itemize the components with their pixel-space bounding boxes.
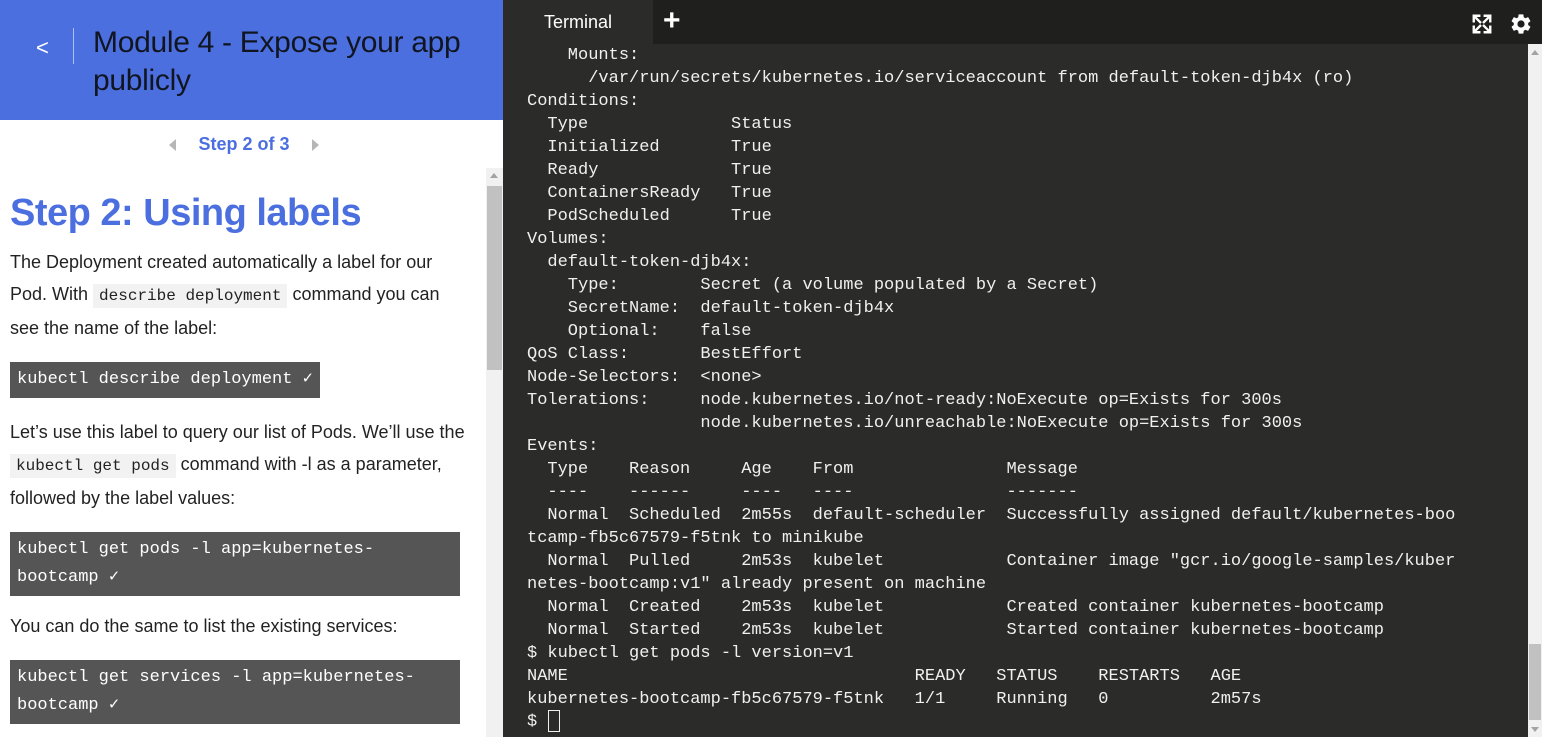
step-navigation: Step 2 of 3 xyxy=(0,134,488,156)
paragraph-text: Let’s use this label to query our list o… xyxy=(10,422,465,442)
tab-terminal[interactable]: Terminal xyxy=(503,0,653,44)
scrollbar-thumb[interactable] xyxy=(1529,644,1541,720)
fullscreen-icon[interactable] xyxy=(1471,13,1493,35)
paragraph-1: The Deployment created automatically a l… xyxy=(10,246,472,344)
back-button[interactable]: < xyxy=(36,35,49,61)
scroll-up-arrow-icon[interactable] xyxy=(1531,50,1539,55)
settings-icon[interactable] xyxy=(1509,12,1533,36)
command-describe-deployment[interactable]: kubectl describe deployment ✓ xyxy=(10,362,320,398)
add-tab-button[interactable]: + xyxy=(663,5,681,37)
tutorial-scrollbar[interactable] xyxy=(486,168,503,737)
terminal-prompt[interactable]: $ xyxy=(527,710,561,733)
command-get-pods[interactable]: kubectl get pods -l app=kubernetes-bootc… xyxy=(10,532,460,596)
terminal-cursor xyxy=(548,710,561,732)
terminal-panel: Terminal + Mounts: /var/run/secrets/kube… xyxy=(503,0,1542,737)
chevron-right-icon[interactable] xyxy=(311,138,319,151)
module-header: < Module 4 - Expose your app publicly xyxy=(0,0,503,120)
header-divider xyxy=(73,28,74,64)
module-title: Module 4 - Expose your app publicly xyxy=(93,26,461,97)
inline-code: kubectl get pods xyxy=(10,454,176,478)
scrollbar-thumb[interactable] xyxy=(487,186,502,370)
terminal-output: Mounts: /var/run/secrets/kubernetes.io/s… xyxy=(527,46,1456,709)
step-indicator: Step 2 of 3 xyxy=(198,134,290,154)
inline-code: describe deployment xyxy=(93,284,288,308)
scroll-up-arrow-icon[interactable] xyxy=(490,173,498,178)
prompt-symbol: $ xyxy=(527,712,548,732)
command-get-services[interactable]: kubectl get services -l app=kubernetes-b… xyxy=(10,660,460,724)
chevron-left-icon[interactable] xyxy=(169,138,177,151)
terminal-tab-bar: Terminal + xyxy=(503,0,1542,44)
paragraph-2: Let’s use this label to query our list o… xyxy=(10,416,472,514)
paragraph-3: You can do the same to list the existing… xyxy=(10,616,398,636)
step-title: Step 2: Using labels xyxy=(10,192,362,234)
step-content: Step 2: Using labels The Deployment crea… xyxy=(10,188,472,724)
terminal-scrollbar[interactable] xyxy=(1528,44,1542,737)
tutorial-panel: < Module 4 - Expose your app publicly St… xyxy=(0,0,503,737)
scroll-down-arrow-icon[interactable] xyxy=(1531,727,1539,732)
